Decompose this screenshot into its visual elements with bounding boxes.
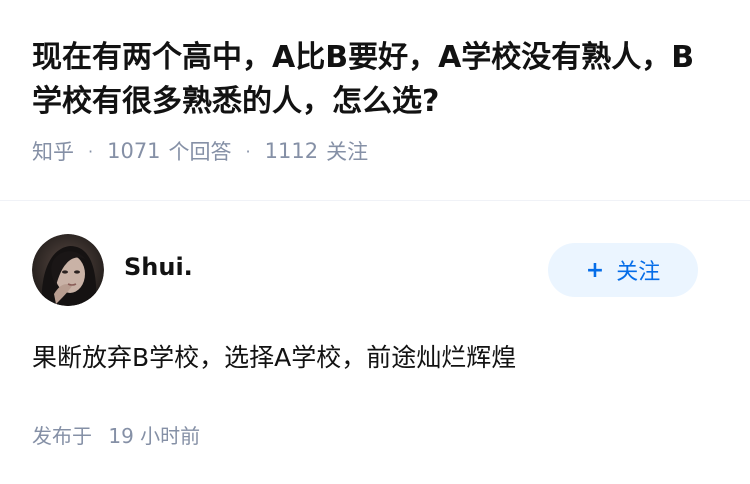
section-divider: [0, 200, 750, 201]
answer-content[interactable]: 果断放弃B学校，选择A学校，前途灿烂辉煌: [32, 338, 516, 374]
source-label[interactable]: 知乎: [32, 136, 74, 166]
question-meta: 知乎 · 1071 个回答 · 1112 关注: [32, 136, 722, 166]
avatar[interactable]: [32, 234, 104, 306]
plus-icon: +: [585, 257, 605, 283]
follower-count-label: 关注: [326, 140, 369, 164]
publish-label: 发布于: [32, 424, 92, 448]
question-header: 现在有两个高中，A比B要好，A学校没有熟人，B学校有很多熟悉的人，怎么选? 知乎…: [32, 36, 722, 166]
answer-count: 1071: [107, 139, 161, 163]
answer-time: 发布于 19 小时前: [32, 420, 200, 449]
avatar-photo-icon: [32, 234, 104, 306]
question-title[interactable]: 现在有两个高中，A比B要好，A学校没有熟人，B学校有很多熟悉的人，怎么选?: [32, 36, 722, 124]
author-name[interactable]: Shui.: [124, 253, 548, 281]
follower-count: 1112: [264, 139, 319, 163]
meta-separator: ·: [88, 141, 94, 161]
answer-count-label: 个回答: [168, 140, 232, 164]
publish-time: 19 小时前: [108, 424, 201, 448]
meta-separator: ·: [245, 141, 251, 161]
answer-author-row: Shui. + 关注: [32, 234, 698, 306]
follow-button[interactable]: + 关注: [548, 243, 698, 297]
follow-button-label: 关注: [616, 260, 661, 285]
